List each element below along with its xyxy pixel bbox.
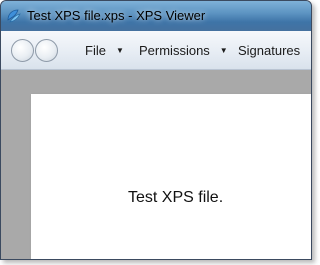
window-title: Test XPS file.xps - XPS Viewer — [27, 8, 206, 23]
back-button[interactable] — [11, 39, 34, 62]
title-bar[interactable]: Test XPS file.xps - XPS Viewer — [1, 1, 311, 31]
menu-file[interactable]: File ▼ — [85, 43, 124, 58]
menu-permissions[interactable]: Permissions ▼ — [139, 43, 228, 58]
menu-signatures[interactable]: Signatures — [238, 43, 300, 58]
dropdown-arrow-icon: ▼ — [115, 46, 124, 56]
toolbar: File ▼ Permissions ▼ Signatures — [1, 31, 311, 70]
xps-app-icon — [6, 8, 22, 24]
menu-signatures-label: Signatures — [238, 43, 301, 58]
document-viewer[interactable]: Test XPS file. — [1, 70, 311, 259]
menu-permissions-label: Permissions — [139, 43, 210, 58]
document-page: Test XPS file. — [31, 94, 311, 259]
document-text: Test XPS file. — [128, 189, 224, 206]
menu-file-label: File — [85, 43, 106, 58]
forward-button[interactable] — [35, 39, 58, 62]
xps-viewer-window: Test XPS file.xps - XPS Viewer File ▼ Per… — [0, 0, 312, 260]
dropdown-arrow-icon: ▼ — [219, 46, 228, 56]
